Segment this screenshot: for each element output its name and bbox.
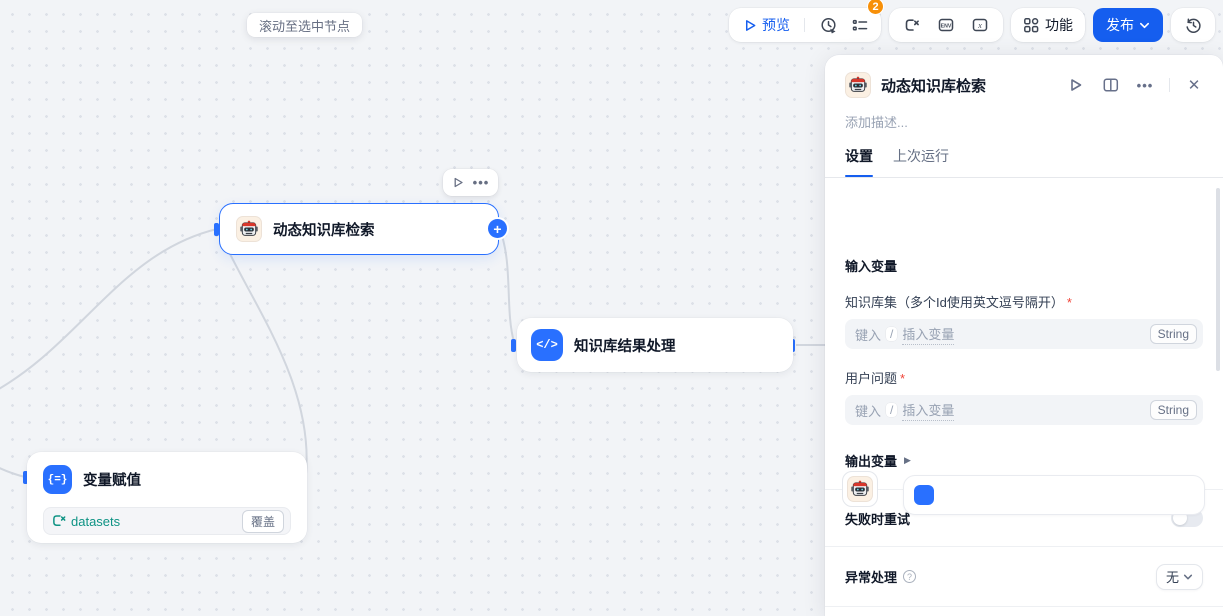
panel-title: 动态知识库检索: [881, 75, 1064, 96]
close-panel-icon[interactable]: ✕: [1183, 74, 1205, 96]
chevron-down-icon: [1183, 572, 1193, 582]
robot-icon: [845, 72, 871, 98]
input-placeholder: 键入 / 插入变量: [855, 324, 1150, 345]
error-strategy-select[interactable]: 无: [1156, 564, 1203, 590]
node-config-panel: 动态知识库检索 ••• ✕ 添加描述... 设置 上次运行 输入变量 知识: [825, 55, 1223, 616]
split-view-icon[interactable]: [1099, 74, 1121, 96]
panel-actions: ••• ✕: [1064, 74, 1205, 96]
robot-icon: [236, 216, 262, 242]
node-run-icon[interactable]: [452, 176, 464, 189]
add-next-node-button[interactable]: +: [488, 219, 507, 238]
section-divider: [825, 606, 1223, 607]
slash-shortcut-chip: /: [886, 403, 897, 417]
input-vars-title: 输入变量: [845, 256, 1203, 275]
robot-icon: [847, 476, 873, 502]
help-icon: ?: [903, 570, 916, 583]
preview-button[interactable]: 预览: [739, 15, 794, 35]
query-input[interactable]: 键入 / 插入变量 String: [845, 395, 1203, 425]
history-group: [1171, 8, 1215, 42]
tabs-divider: [825, 177, 1223, 178]
tab-last-run[interactable]: 上次运行: [893, 146, 949, 177]
toolbar-divider: [804, 18, 805, 32]
insert-variable-link[interactable]: 插入变量: [902, 324, 954, 345]
conversation-variable-icon: [52, 514, 66, 528]
field-label-datasets: 知识库集（多个Id使用英文逗号隔开）*: [845, 292, 1203, 311]
chevron-down-icon: [1139, 20, 1150, 31]
node-processor[interactable]: </> 知识库结果处理: [517, 318, 793, 372]
assigned-variable-row[interactable]: datasets 覆盖: [43, 507, 291, 535]
preview-label: 预览: [762, 15, 790, 35]
caret-right-icon: ▶: [904, 455, 911, 466]
output-vars-toggle[interactable]: 输出变量 ▶: [845, 451, 1203, 470]
write-mode-badge: 覆盖: [242, 510, 284, 533]
processor-node-input-port[interactable]: [511, 339, 516, 352]
required-mark: *: [900, 371, 905, 386]
variable-inspect-icon[interactable]: [967, 12, 993, 38]
publish-label: 发布: [1106, 15, 1134, 35]
retry-label: 失败时重试: [845, 509, 910, 528]
node-title: 动态知识库检索: [273, 219, 375, 240]
datasets-input[interactable]: 键入 / 插入变量 String: [845, 319, 1203, 349]
tooltip-label: 滚动至选中节点: [259, 16, 350, 35]
run-history-icon[interactable]: [815, 12, 841, 38]
node-title: 知识库结果处理: [574, 335, 676, 356]
run-node-icon[interactable]: [1064, 74, 1086, 96]
features-icon: [1023, 17, 1039, 33]
error-label: 异常处理: [845, 567, 897, 586]
variable-name: datasets: [71, 514, 242, 529]
env-variable-icon[interactable]: [933, 12, 959, 38]
type-badge: String: [1150, 324, 1197, 344]
node-assigner[interactable]: {=} 变量赋值 datasets 覆盖: [27, 452, 307, 543]
insert-variable-link[interactable]: 插入变量: [902, 400, 954, 421]
panel-body: 输入变量 知识库集（多个Id使用英文逗号隔开）* 键入 / 插入变量 Strin…: [825, 241, 1223, 616]
checklist-icon[interactable]: 2: [847, 12, 873, 38]
current-node-chip[interactable]: [842, 471, 878, 507]
features-label: 功能: [1045, 15, 1073, 35]
field-label-query: 用户问题*: [845, 368, 1203, 387]
input-placeholder: 键入 / 插入变量: [855, 400, 1150, 421]
more-options-icon[interactable]: •••: [1134, 74, 1156, 96]
workflow-editor: 滚动至选中节点 预览 2: [0, 0, 1223, 616]
description-placeholder[interactable]: 添加描述...: [845, 112, 1203, 131]
variables-group: [889, 8, 1003, 42]
checklist-count-badge: 2: [867, 0, 884, 15]
header-divider: [1169, 78, 1170, 92]
version-history-icon[interactable]: [1180, 12, 1206, 38]
error-handling-row: 异常处理 ? 无: [845, 547, 1203, 606]
scroll-to-node-tooltip: 滚动至选中节点: [247, 13, 362, 37]
publish-button[interactable]: 发布: [1093, 8, 1163, 42]
tab-settings[interactable]: 设置: [845, 146, 873, 177]
next-node-card[interactable]: [903, 475, 1205, 515]
panel-scrollbar[interactable]: [1216, 188, 1220, 371]
slash-shortcut-chip: /: [886, 327, 897, 341]
panel-header: 动态知识库检索 ••• ✕: [825, 55, 1223, 98]
run-group: 预览 2: [729, 8, 881, 42]
chat-variable-icon[interactable]: [899, 12, 925, 38]
node-more-icon[interactable]: •••: [473, 175, 490, 190]
node-title: 变量赋值: [83, 469, 141, 490]
top-toolbar: 预览 2 功能 发布: [729, 8, 1215, 42]
play-icon: [743, 18, 757, 33]
output-vars-title: 输出变量: [845, 451, 897, 470]
node-mini-toolbar: •••: [443, 169, 498, 196]
type-badge: String: [1150, 400, 1197, 420]
node-retrieval[interactable]: 动态知识库检索: [219, 203, 499, 255]
code-icon: </>: [531, 329, 563, 361]
next-node-icon: [914, 485, 934, 505]
panel-tabs: 设置 上次运行: [845, 146, 1203, 177]
features-button[interactable]: 功能: [1011, 8, 1085, 42]
required-mark: *: [1067, 295, 1072, 310]
variable-assigner-icon: {=}: [43, 465, 72, 494]
assigner-header: {=} 变量赋值: [43, 465, 291, 494]
